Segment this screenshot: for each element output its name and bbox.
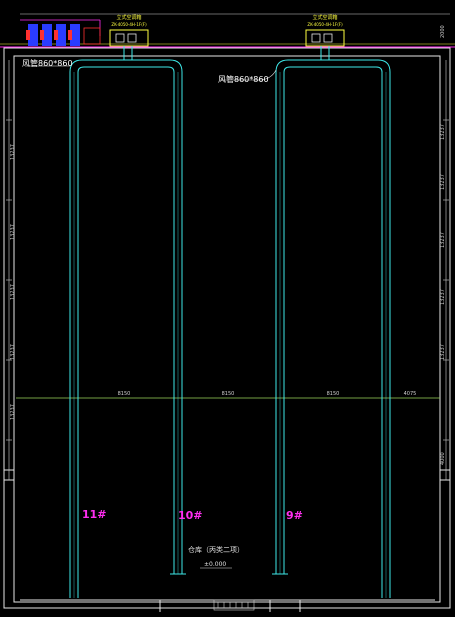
- room-elevation: ±0.000: [204, 561, 226, 568]
- dim-left-5: 13237: [10, 404, 16, 420]
- ahu-unit-2: 立式空调箱 ZK-4050-4H-1F(F): [305, 14, 345, 47]
- dim-right-2: 13237: [440, 174, 446, 190]
- building-outline: [3, 47, 451, 612]
- dim-left-2: 13237: [10, 224, 16, 240]
- cad-drawing: 立式空调箱 ZK-4050-4H-1F(F) 立式空调箱 ZK-4050-4H-…: [0, 13, 455, 612]
- ahu-2-title: 立式空调箱: [312, 14, 337, 21]
- ahu-2-model: ZK-4050-4H-1F(F): [307, 22, 343, 27]
- dim-mid-1: 8150: [118, 391, 131, 397]
- pump-group: [26, 24, 101, 46]
- dim-right-3: 13237: [440, 232, 446, 248]
- dim-top-right: 2000: [440, 25, 446, 38]
- ahu-unit-1: 立式空调箱 ZK-4050-4H-1F(F): [109, 14, 149, 47]
- dim-mid-3: 8150: [327, 391, 340, 397]
- ahu-1-title: 立式空调箱: [116, 14, 141, 21]
- dim-right-4: 13237: [440, 289, 446, 305]
- dim-left-4: 13237: [10, 344, 16, 360]
- dim-right-low: 4000: [440, 452, 446, 465]
- right-dimension-line: [443, 60, 449, 480]
- dim-mid-2: 8150: [222, 391, 235, 397]
- duct-size-label-right: 风管860*860: [218, 74, 269, 84]
- branch-label-10: 10#: [178, 509, 203, 522]
- dim-mid-4: 4075: [404, 391, 417, 397]
- branch-label-11: 11#: [82, 508, 107, 521]
- room-name: 仓库（丙类二项）: [188, 545, 244, 554]
- dim-right-5: 13237: [440, 344, 446, 360]
- duct-size-label-left: 风管860*860: [22, 58, 73, 68]
- dim-right-1: 13237: [440, 124, 446, 140]
- dim-left-3: 13237: [10, 284, 16, 300]
- dim-left-1: 13237: [10, 144, 16, 160]
- branch-label-9: 9#: [286, 509, 303, 522]
- ahu-1-model: ZK-4050-4H-1F(F): [111, 22, 147, 27]
